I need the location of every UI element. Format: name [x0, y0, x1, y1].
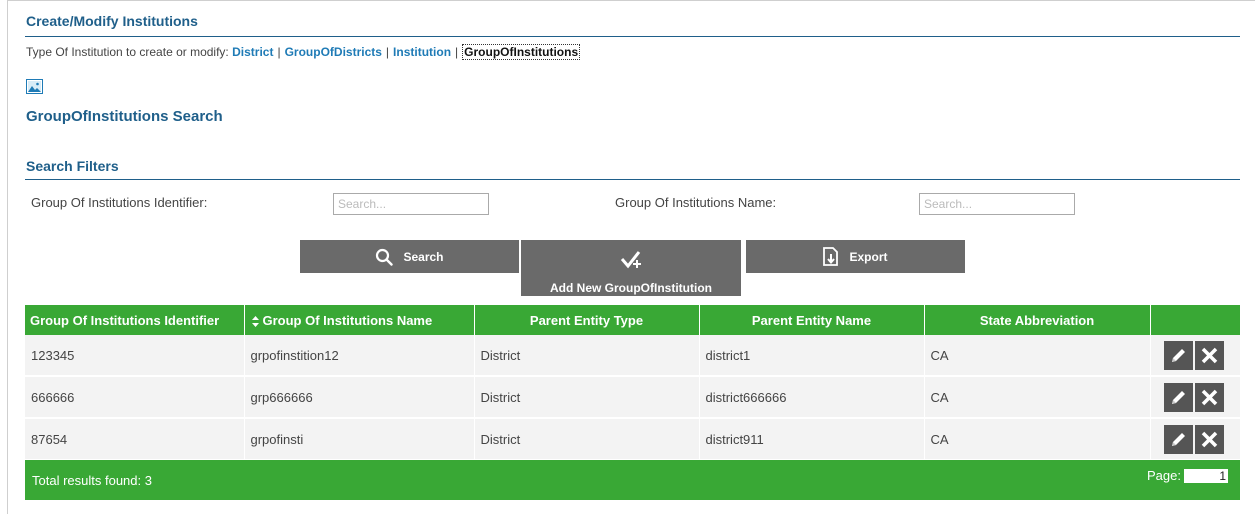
broken-image-icon: [26, 79, 43, 94]
page-label: Page:: [1147, 468, 1181, 483]
search-button-label: Search: [403, 249, 444, 264]
cell-identifier: 123345: [25, 335, 245, 377]
cell-name: grpofinsti: [244, 418, 475, 461]
cell-actions: [1150, 335, 1240, 377]
results-table: Group Of Institutions Identifier Group O…: [25, 305, 1240, 461]
edit-button[interactable]: [1164, 424, 1193, 454]
delete-button[interactable]: [1195, 424, 1224, 454]
table-header-row: Group Of Institutions Identifier Group O…: [25, 305, 1240, 335]
x-icon: [1201, 347, 1218, 363]
cell-identifier: 87654: [25, 418, 245, 461]
filters-divider: [25, 179, 1240, 180]
table-row: 123345 grpofinstition12 District distric…: [25, 335, 1240, 377]
x-icon: [1201, 389, 1218, 405]
cell-parent-name: district666666: [699, 376, 925, 419]
name-filter-label: Group Of Institutions Name:: [615, 195, 777, 210]
search-section-title: GroupOfInstitutions Search: [26, 108, 223, 125]
search-filters-title: Search Filters: [26, 158, 119, 174]
title-divider: [25, 36, 1240, 37]
cell-state: CA: [924, 376, 1151, 419]
export-button-label: Export: [849, 249, 888, 264]
column-header-state[interactable]: State Abbreviation: [924, 305, 1151, 335]
pencil-icon: [1172, 390, 1185, 404]
delete-button[interactable]: [1195, 382, 1224, 412]
cell-parent-type: District: [474, 418, 700, 461]
type-link-institution[interactable]: Institution: [393, 45, 451, 59]
institution-type-selector: Type Of Institution to create or modify:…: [26, 44, 581, 60]
edit-button[interactable]: [1164, 340, 1193, 370]
cell-parent-name: district911: [699, 418, 925, 461]
name-search-input[interactable]: [919, 193, 1075, 215]
check-plus-icon: [620, 251, 641, 269]
identifier-search-input[interactable]: [333, 193, 489, 215]
sort-icon[interactable]: [251, 315, 259, 327]
table-footer: Total results found: 3 Page: 1: [25, 460, 1240, 500]
cell-parent-name: district1: [699, 335, 925, 377]
x-icon: [1201, 431, 1218, 447]
cell-actions: [1150, 376, 1240, 419]
total-results-label: Total results found: 3: [32, 473, 152, 488]
export-file-icon: [823, 247, 839, 266]
table-row: 666666 grp666666 District district666666…: [25, 376, 1240, 419]
type-prefix-label: Type Of Institution to create or modify:: [26, 45, 229, 59]
delete-button[interactable]: [1195, 340, 1224, 370]
search-button[interactable]: Search: [300, 240, 519, 273]
column-header-parent-name[interactable]: Parent Entity Name: [699, 305, 925, 335]
type-link-groupofdistricts[interactable]: GroupOfDistricts: [285, 45, 382, 59]
cell-parent-type: District: [474, 335, 700, 377]
column-header-actions: [1150, 305, 1240, 335]
column-header-identifier[interactable]: Group Of Institutions Identifier: [25, 305, 245, 335]
cell-name: grp666666: [244, 376, 475, 419]
magnifier-icon: [376, 248, 394, 266]
identifier-filter-label: Group Of Institutions Identifier:: [31, 195, 208, 210]
column-header-name-label: Group Of Institutions Name: [262, 312, 433, 328]
separator: |: [277, 45, 281, 59]
add-new-button-label: Add New GroupOfInstitution: [550, 281, 712, 295]
column-header-parent-type[interactable]: Parent Entity Type: [474, 305, 700, 335]
page-title: Create/Modify Institutions: [26, 13, 198, 29]
column-header-name[interactable]: Group Of Institutions Name: [244, 305, 475, 335]
cell-name: grpofinstition12: [244, 335, 475, 377]
pencil-icon: [1172, 432, 1185, 446]
export-button[interactable]: Export: [746, 240, 965, 273]
add-new-groupofinstitution-button[interactable]: Add New GroupOfInstitution: [521, 240, 741, 296]
separator: |: [455, 45, 459, 59]
pencil-icon: [1172, 348, 1185, 362]
type-link-district[interactable]: District: [232, 45, 273, 59]
cell-identifier: 666666: [25, 376, 245, 419]
type-current-groupofinstitutions[interactable]: GroupOfInstitutions: [462, 44, 581, 60]
pagination: Page: 1: [1147, 468, 1228, 483]
cell-actions: [1150, 418, 1240, 461]
edit-button[interactable]: [1164, 382, 1193, 412]
cell-state: CA: [924, 418, 1151, 461]
cell-parent-type: District: [474, 376, 700, 419]
page-number-input[interactable]: 1: [1184, 468, 1228, 483]
table-row: 87654 grpofinsti District district911 CA: [25, 418, 1240, 461]
cell-state: CA: [924, 335, 1151, 377]
separator: |: [385, 45, 390, 59]
